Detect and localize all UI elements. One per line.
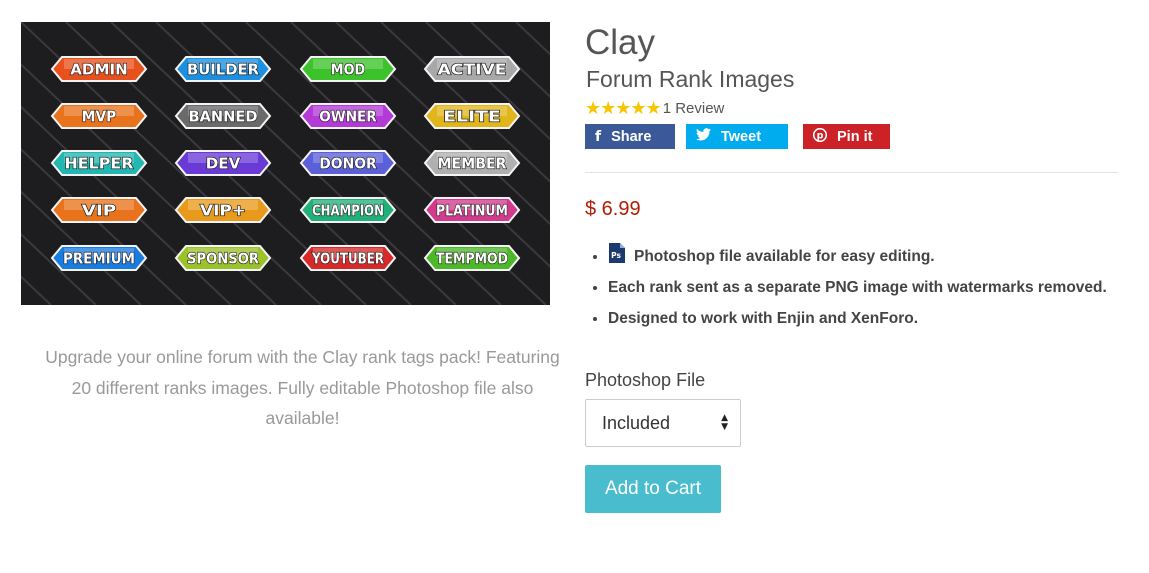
rank-badge-label: HELPER (65, 155, 134, 173)
pinterest-pin-label: Pin it (837, 128, 873, 145)
feature-text: Photoshop file available for easy editin… (634, 248, 935, 265)
product-price: $ 6.99 (585, 198, 641, 220)
rank-badge: BUILDER (174, 56, 272, 82)
rank-badge: VIP (50, 197, 148, 223)
review-count-link[interactable]: 1 Review (663, 100, 725, 117)
rank-badge-label: PLATINUM (436, 202, 508, 220)
rank-badge: ADMIN (50, 56, 148, 82)
rank-badge: VIP+ (174, 197, 272, 223)
rank-badge-label: DEV (206, 155, 241, 173)
product-description: Upgrade your online forum with the Clay … (45, 347, 560, 428)
rank-badge: ELITE (423, 103, 521, 129)
rank-badge-label: ACTIVE (438, 61, 507, 79)
rank-badge-label: PREMIUM (63, 250, 135, 268)
twitter-icon (696, 128, 711, 145)
selected-option: Included (602, 412, 671, 433)
rank-badge-label: BANNED (189, 108, 258, 126)
rank-badge-label: OWNER (319, 108, 377, 126)
feature-list: Ps Photoshop file available for easy edi… (585, 243, 1118, 332)
photoshop-file-select[interactable]: Included ▲ ▼ (585, 399, 741, 447)
facebook-share-button[interactable]: f Share (585, 124, 675, 149)
facebook-icon: f (595, 128, 602, 145)
twitter-tweet-label: Tweet (721, 128, 762, 145)
svg-text:p: p (817, 130, 824, 141)
rank-badge-label: MEMBER (438, 155, 507, 173)
pinterest-pin-button[interactable]: p Pin it (803, 124, 890, 149)
rank-badge-label: DONOR (319, 155, 377, 173)
rank-badge-label: VIP (82, 202, 117, 220)
rank-badge-label: ELITE (443, 108, 501, 126)
rank-badge: DEV (174, 150, 272, 176)
rank-badge: MEMBER (423, 150, 521, 176)
rank-badge: CHAMPION (299, 197, 397, 223)
rank-badge-label: CHAMPION (312, 202, 384, 220)
rank-badge: PLATINUM (423, 197, 521, 223)
rank-badge-label: MVP (82, 108, 117, 126)
rank-badge: HELPER (50, 150, 148, 176)
rank-badge-label: YOUTUBER (311, 250, 384, 268)
svg-text:Ps: Ps (611, 251, 621, 260)
rank-badge: MVP (50, 103, 148, 129)
photoshop-file-icon: Ps (608, 243, 626, 263)
product-info: Clay Forum Rank Images ★★★★★ 1 Review f … (585, 22, 1118, 513)
rank-badge: YOUTUBER (299, 245, 397, 271)
feature-item: Designed to work with Enjin and XenForo. (608, 305, 1118, 332)
rank-badge: DONOR (299, 150, 397, 176)
rank-badge: ACTIVE (423, 56, 521, 82)
rank-badge-label: MOD (331, 61, 366, 79)
rank-badge: SPONSOR (174, 245, 272, 271)
photoshop-file-option-label: Photoshop File (585, 370, 706, 390)
feature-item: Ps Photoshop file available for easy edi… (608, 243, 1118, 270)
pinterest-icon: p (812, 127, 828, 146)
star-rating-icon: ★★★★★ (585, 98, 662, 118)
rank-badge: OWNER (299, 103, 397, 129)
facebook-share-label: Share (611, 128, 652, 145)
product-image[interactable]: ADMIN BUILDER MOD ACTIVE MVP BANNED OWNER ELITE… (21, 22, 550, 305)
rank-badge-label: BUILDER (187, 61, 259, 79)
rank-badge-label: SPONSOR (187, 250, 259, 268)
rank-badge: PREMIUM (50, 245, 148, 271)
add-to-cart-button[interactable]: Add to Cart (585, 465, 721, 513)
rank-badge-label: VIP+ (200, 202, 246, 220)
product-title: Clay (585, 23, 656, 62)
product-subtitle: Forum Rank Images (586, 66, 795, 92)
rating[interactable]: ★★★★★ 1 Review (585, 97, 1118, 119)
rank-badge: TEMPMOD (423, 245, 521, 271)
divider (585, 172, 1118, 173)
rank-badges-grid: ADMIN BUILDER MOD ACTIVE MVP BANNED OWNER ELITE… (21, 22, 550, 305)
twitter-tweet-button[interactable]: Tweet (686, 124, 788, 149)
rank-badge: BANNED (174, 103, 272, 129)
share-buttons: f Share Tweet p Pin it (585, 124, 1118, 149)
select-arrows-icon: ▲ ▼ (721, 413, 728, 432)
rank-badge: MOD (299, 56, 397, 82)
feature-item: Each rank sent as a separate PNG image w… (608, 274, 1118, 301)
rank-badge-label: TEMPMOD (436, 250, 508, 268)
rank-badge-label: ADMIN (70, 61, 128, 79)
rank-badges: ADMIN BUILDER MOD ACTIVE MVP BANNED OWNER ELITE… (50, 56, 521, 271)
